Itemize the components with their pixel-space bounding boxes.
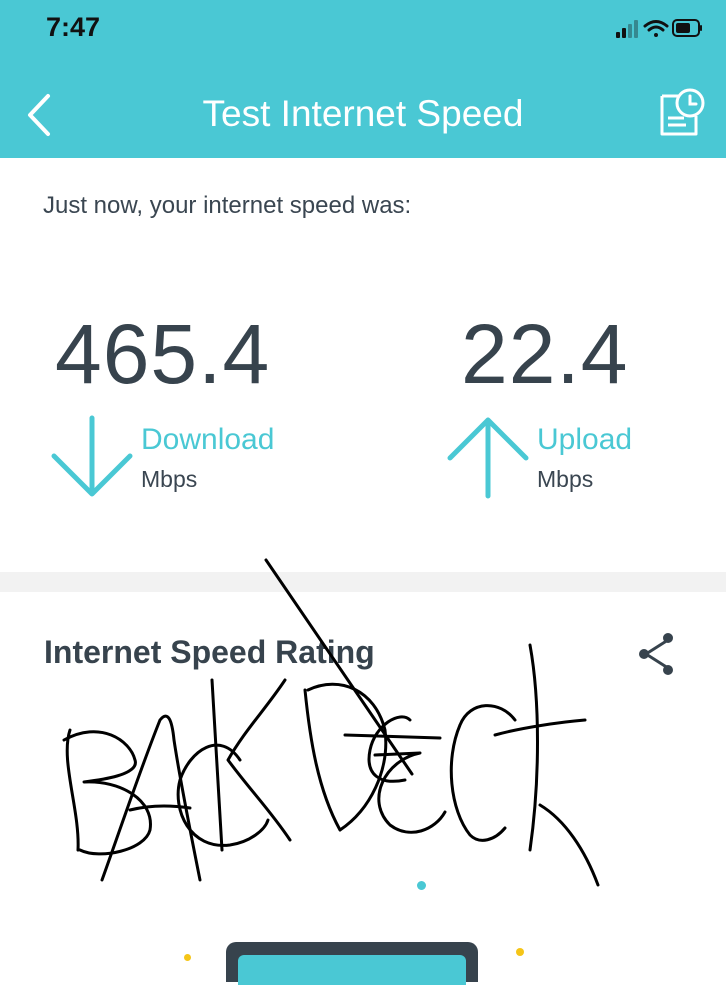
header-bar: 7:47 Test Internet Speed bbox=[0, 0, 726, 158]
status-time: 7:47 bbox=[46, 12, 101, 42]
download-unit: Mbps bbox=[141, 466, 198, 492]
speed-rating-screen bbox=[238, 955, 466, 985]
indicator-dot bbox=[417, 881, 426, 890]
status-icons bbox=[616, 19, 702, 38]
decorative-dot-right bbox=[516, 948, 524, 956]
upload-unit: Mbps bbox=[537, 466, 594, 492]
signal-icon bbox=[616, 20, 638, 38]
page-title: Test Internet Speed bbox=[202, 93, 524, 134]
arrow-up-icon bbox=[447, 417, 529, 499]
download-speed-value: 465.4 bbox=[55, 307, 271, 401]
share-button[interactable] bbox=[634, 630, 680, 678]
upload-speed-value: 22.4 bbox=[461, 307, 629, 401]
share-icon bbox=[639, 633, 673, 675]
decorative-dot-left bbox=[184, 954, 191, 961]
download-label: Download bbox=[141, 423, 275, 456]
wifi-icon bbox=[643, 20, 669, 37]
arrow-down-icon bbox=[51, 415, 133, 497]
upload-label: Upload bbox=[537, 423, 633, 456]
history-report-icon bbox=[660, 88, 705, 136]
battery-icon bbox=[672, 19, 702, 37]
speed-summary-text: Just now, your internet speed was: bbox=[43, 192, 412, 219]
handwritten-scribble bbox=[62, 558, 600, 887]
history-button[interactable] bbox=[656, 86, 706, 140]
speed-rating-graphic bbox=[226, 942, 478, 985]
